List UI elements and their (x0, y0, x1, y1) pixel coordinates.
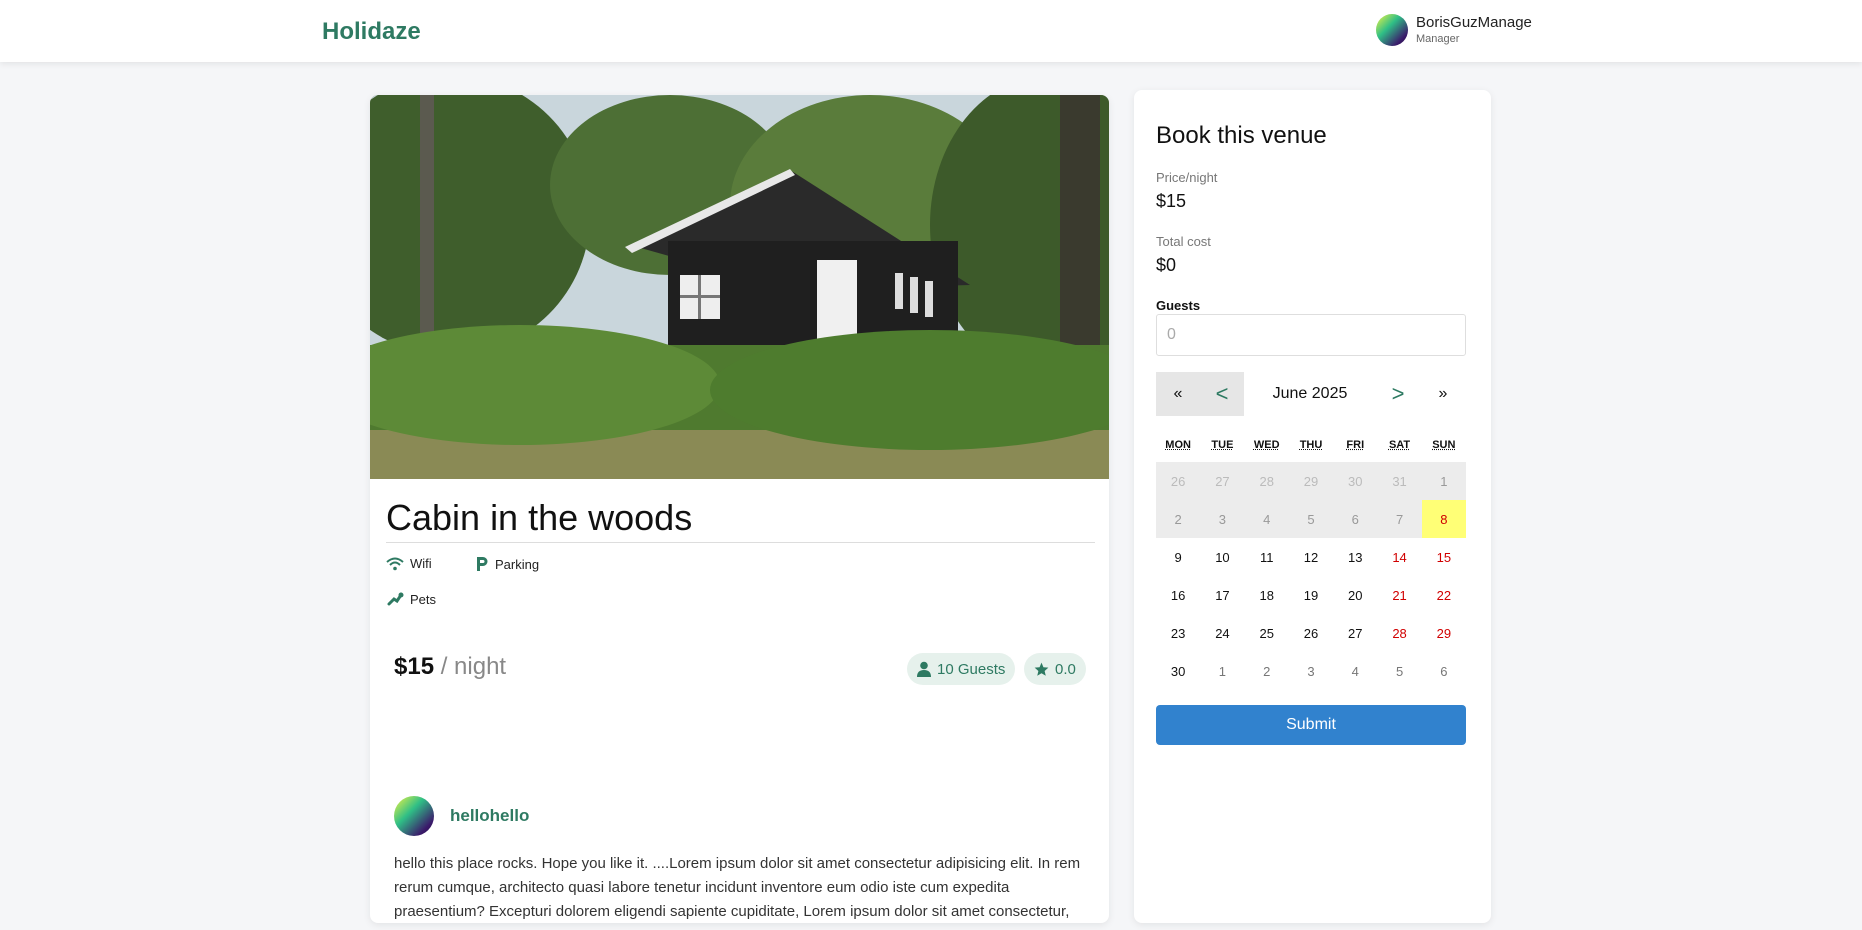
calendar-day[interactable]: 20 (1333, 576, 1377, 614)
weekday-label: FRI (1346, 439, 1365, 451)
price-value: $15 (394, 653, 435, 680)
calendar-month-label[interactable]: June 2025 (1244, 385, 1376, 403)
calendar-day[interactable]: 4 (1333, 652, 1377, 690)
venue-price: $15 / night (394, 653, 506, 681)
calendar-day[interactable]: 19 (1289, 576, 1333, 614)
rating-badge: 0.0 (1024, 653, 1086, 685)
calendar-day: 30 (1333, 462, 1378, 500)
calendar-day[interactable]: 23 (1156, 614, 1200, 652)
calendar-day: 2 (1156, 500, 1201, 538)
calendar-day[interactable]: 3 (1289, 652, 1333, 690)
price-night-value: $15 (1156, 191, 1187, 211)
calendar-day[interactable]: 29 (1422, 614, 1466, 652)
calendar-day: 4 (1244, 500, 1289, 538)
weekday-label: THU (1299, 439, 1323, 451)
wifi-icon (386, 557, 404, 570)
amenity-label: Wifi (410, 556, 432, 571)
amenity-label: Parking (495, 556, 540, 572)
calendar-day[interactable]: 9 (1156, 538, 1200, 576)
price-night-label: Price/night (1156, 170, 1218, 185)
weekday-label: MON (1165, 439, 1191, 451)
venue-owner[interactable]: hellohello (394, 796, 529, 836)
parking-icon (477, 557, 488, 571)
total-cost-value: $0 (1156, 255, 1177, 275)
guests-input[interactable] (1156, 314, 1466, 356)
calendar-day[interactable]: 15 (1422, 538, 1466, 576)
venue-image (370, 95, 1109, 479)
venue-title: Cabin in the woods (386, 497, 693, 538)
weekday-label: TUE (1211, 439, 1234, 451)
calendar-day[interactable]: 1 (1200, 652, 1244, 690)
calendar-day[interactable]: 2 (1245, 652, 1289, 690)
calendar-day: 3 (1200, 500, 1245, 538)
amenity-label: Pets (410, 591, 437, 607)
submit-button[interactable]: Submit (1156, 705, 1466, 745)
calendar-day[interactable]: 28 (1377, 614, 1421, 652)
booking-panel: Book this venue Price/night $15 Total co… (1134, 90, 1491, 923)
calendar-day: 5 (1288, 500, 1334, 538)
person-icon (917, 661, 931, 677)
calendar-weekdays: MON TUE WED THU FRI SAT SUN (1156, 439, 1466, 451)
calendar-day[interactable]: 27 (1333, 614, 1377, 652)
owner-name[interactable]: hellohello (450, 806, 529, 826)
prev-month-button[interactable]: < (1200, 372, 1244, 416)
calendar-day[interactable]: 22 (1422, 576, 1466, 614)
booking-title: Book this venue (1156, 122, 1327, 149)
guests-badge-text: 10 Guests (937, 660, 1006, 678)
calendar-day[interactable]: 10 (1200, 538, 1244, 576)
star-icon (1034, 662, 1049, 676)
calendar-day: 29 (1288, 462, 1334, 500)
user-menu[interactable]: BorisGuzManage Manager (1376, 14, 1532, 46)
calendar-day: 7 (1377, 500, 1422, 538)
owner-avatar[interactable] (394, 796, 434, 836)
top-header: Holidaze BorisGuzManage Manager (0, 0, 1862, 62)
rating-badge-text: 0.0 (1055, 660, 1076, 678)
calendar-day: 1 (1421, 462, 1466, 500)
title-divider (386, 542, 1095, 543)
calendar-day: 31 (1377, 462, 1422, 500)
weekday-label: SAT (1388, 439, 1411, 451)
venue-card: Cabin in the woods Wifi Parking Pets $15… (370, 95, 1109, 923)
guests-label: Guests (1156, 298, 1201, 313)
calendar-day[interactable]: 25 (1245, 614, 1289, 652)
calendar-day[interactable]: 12 (1289, 538, 1333, 576)
calendar-day[interactable]: 18 (1245, 576, 1289, 614)
calendar-day[interactable]: 13 (1333, 538, 1377, 576)
price-unit: / night (440, 653, 507, 680)
calendar-day[interactable]: 11 (1245, 538, 1289, 576)
logo[interactable]: Holidaze (322, 18, 421, 46)
calendar-day[interactable]: 30 (1156, 652, 1200, 690)
amenity-pets: Pets (386, 591, 436, 607)
user-role: Manager (1416, 33, 1460, 45)
amenity-parking: Parking (475, 556, 539, 572)
total-cost-label: Total cost (1156, 234, 1211, 249)
next-year-button[interactable]: » (1420, 372, 1466, 416)
calendar-day[interactable]: 14 (1377, 538, 1421, 576)
calendar-navigation: « < June 2025 > » (1156, 372, 1466, 416)
weekday-label: WED (1253, 439, 1280, 451)
venue-description: hello this place rocks. Hope you like it… (394, 855, 1081, 920)
cabin-photo (370, 95, 1109, 479)
calendar-day[interactable]: 17 (1200, 576, 1244, 614)
calendar-day: 28 (1244, 462, 1289, 500)
calendar-day[interactable]: 16 (1156, 576, 1200, 614)
user-avatar[interactable] (1376, 14, 1408, 46)
paw-icon (387, 592, 404, 606)
calendar-days: 26 27 28 29 30 31 1 2 3 4 5 6 7 8 9 10 1… (1156, 462, 1466, 690)
calendar-day[interactable]: 6 (1422, 652, 1466, 690)
prev-year-button[interactable]: « (1156, 372, 1200, 416)
guests-badge: 10 Guests (907, 653, 1016, 685)
weekday-label: SUN (1432, 439, 1456, 451)
amenity-wifi: Wifi (386, 556, 432, 571)
calendar-day[interactable]: 5 (1377, 652, 1421, 690)
calendar-day[interactable]: 24 (1200, 614, 1244, 652)
calendar-day: 6 (1333, 500, 1378, 538)
calendar-day[interactable]: 21 (1377, 576, 1421, 614)
calendar-day[interactable]: 26 (1289, 614, 1333, 652)
calendar-day: 27 (1200, 462, 1245, 500)
calendar-day-today[interactable]: 8 (1421, 500, 1466, 538)
user-name: BorisGuzManage (1416, 14, 1532, 31)
next-month-button[interactable]: > (1376, 372, 1420, 416)
calendar-day: 26 (1156, 462, 1201, 500)
